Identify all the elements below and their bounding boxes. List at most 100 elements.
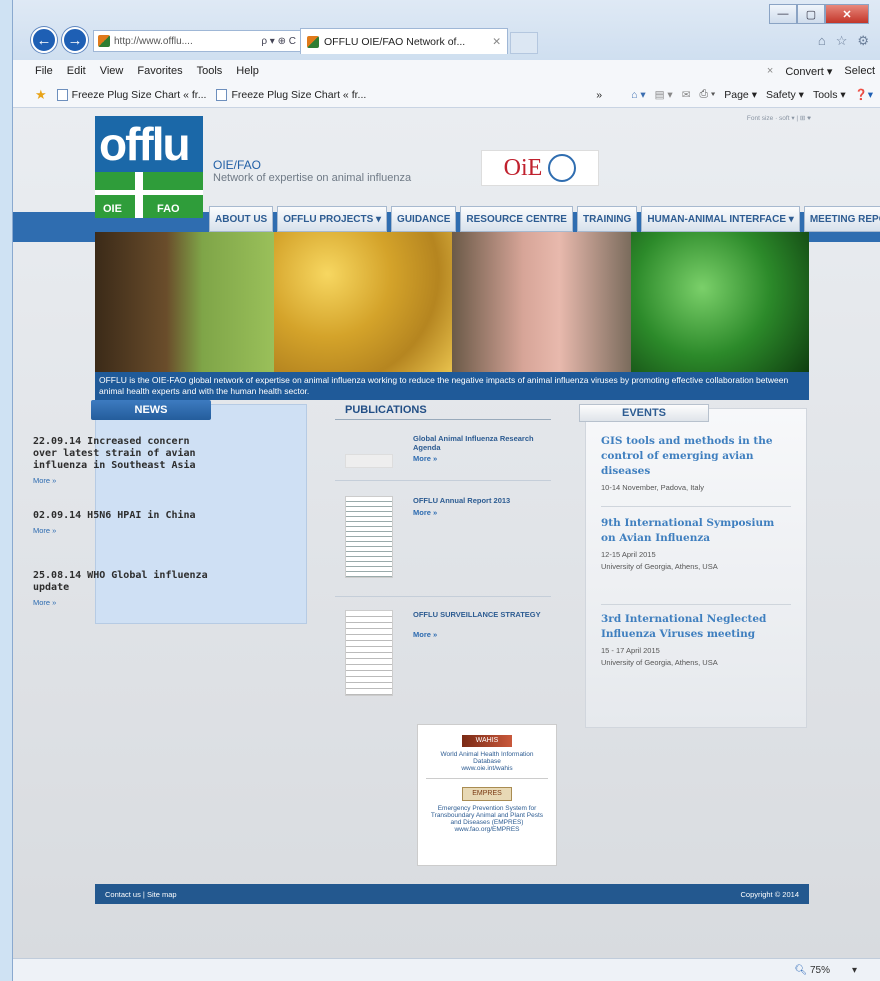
news-item[interactable]: 25.08.14 WHO Global influenza update Mor…: [33, 570, 213, 607]
event-item[interactable]: 9th International Symposium on Avian Inf…: [601, 516, 791, 573]
zoom-dropdown-icon[interactable]: ▾: [852, 965, 857, 976]
offlu-logo[interactable]: offlu OIE FAO: [95, 116, 203, 218]
nav-meeting-reports[interactable]: MEETING REPORTS: [803, 206, 880, 232]
publication-thumbnail[interactable]: [345, 610, 393, 696]
empres-logo[interactable]: EMPRES: [462, 787, 512, 801]
divider: [601, 506, 791, 507]
tools-menu[interactable]: Tools ▾: [813, 89, 846, 101]
safety-menu[interactable]: Safety ▾: [766, 89, 804, 101]
event-date: 10-14 November, Padova, Italy: [601, 483, 704, 492]
news-title[interactable]: 02.09.14 H5N6 HPAI in China: [33, 510, 213, 522]
news-more-link[interactable]: More »: [33, 526, 213, 535]
publication-thumbnail[interactable]: [345, 454, 393, 468]
wahis-url[interactable]: www.oie.int/wahis: [418, 765, 556, 772]
convert-button[interactable]: Convert ▾: [785, 65, 832, 78]
news-item[interactable]: 02.09.14 H5N6 HPAI in China More »: [33, 510, 213, 535]
oie-fao-logo[interactable]: OiE: [481, 150, 599, 186]
mission-tagline: OFFLU is the OIE-FAO global network of e…: [95, 372, 809, 400]
news-item[interactable]: 22.09.14 Increased concern over latest s…: [33, 436, 213, 485]
virus-image: [630, 232, 809, 372]
zoom-level[interactable]: 🔍︎ 75%: [794, 965, 830, 976]
menu-view[interactable]: View: [100, 65, 124, 77]
zoom-icon: 🔍︎: [794, 964, 808, 976]
help-icon[interactable]: ❓▾: [855, 88, 873, 101]
feeds-icon[interactable]: ▤ ▾: [655, 89, 673, 101]
zoom-value: 75%: [809, 964, 830, 976]
tab-offlu[interactable]: OFFLU OIE/FAO Network of... ✕: [300, 28, 508, 54]
favorite-link-2[interactable]: Freeze Plug Size Chart « fr...: [216, 88, 366, 101]
forward-button[interactable]: →: [62, 27, 88, 53]
home-icon[interactable]: ⌂: [818, 33, 826, 49]
mail-icon[interactable]: ✉: [682, 89, 691, 101]
news-more-link[interactable]: More »: [33, 476, 213, 485]
event-title[interactable]: GIS tools and methods in the control of …: [601, 434, 791, 479]
tab-favicon-icon: [307, 35, 319, 48]
nav-offlu-projects[interactable]: OFFLU PROJECTS ▾: [277, 206, 388, 232]
publication-more-link[interactable]: More »: [413, 630, 437, 639]
address-bar[interactable]: http://www.offlu.... ρ ▾ ⊕ C: [93, 30, 301, 52]
menu-tools[interactable]: Tools: [197, 65, 223, 77]
menu-bar: File Edit View Favorites Tools Help × Co…: [13, 60, 880, 82]
menu-help[interactable]: Help: [236, 65, 259, 77]
event-date: 12-15 April 2015: [601, 550, 656, 559]
print-icon[interactable]: ⎙ ▾: [700, 88, 716, 101]
news-title[interactable]: 22.09.14 Increased concern over latest s…: [33, 436, 213, 472]
menu-file[interactable]: File: [35, 65, 53, 77]
close-window-button[interactable]: ✕: [825, 4, 869, 24]
logo-fao: FAO: [157, 203, 180, 215]
favorites-bar: ★ Freeze Plug Size Chart « fr... Freeze …: [13, 82, 880, 108]
event-item[interactable]: 3rd International Neglected Influenza Vi…: [601, 612, 791, 669]
menu-edit[interactable]: Edit: [67, 65, 86, 77]
publication-item[interactable]: OFFLU Annual Report 2013 More »: [335, 496, 551, 586]
wahis-description[interactable]: World Animal Health Information Database: [418, 751, 556, 765]
menu-favorites[interactable]: Favorites: [137, 65, 182, 77]
close-toolbar-icon[interactable]: ×: [767, 65, 773, 77]
minimize-button[interactable]: —: [769, 4, 797, 24]
status-bar: 🔍︎ 75% ▾: [13, 958, 880, 981]
nav-guidance[interactable]: GUIDANCE: [391, 206, 457, 232]
fao-emblem-icon: [548, 154, 577, 182]
divider: [335, 596, 551, 597]
news-heading: NEWS: [91, 400, 211, 420]
copyright: Copyright © 2014: [740, 889, 799, 899]
page-icon: [56, 88, 68, 101]
page-menu[interactable]: Page ▾: [724, 89, 757, 101]
publication-thumbnail[interactable]: [345, 496, 393, 578]
nav-training[interactable]: TRAINING: [576, 206, 638, 232]
address-controls[interactable]: ρ ▾ ⊕ C: [261, 36, 296, 47]
command-bar: » ⌂ ▾ ▤ ▾ ✉ ⎙ ▾ Page ▾ Safety ▾ Tools ▾ …: [596, 88, 873, 101]
chevron-icon[interactable]: »: [596, 89, 602, 101]
publication-title[interactable]: OFFLU Annual Report 2013: [413, 496, 553, 505]
event-item[interactable]: GIS tools and methods in the control of …: [601, 434, 791, 494]
main-nav: ABOUT US OFFLU PROJECTS ▾ GUIDANCE RESOU…: [209, 206, 880, 232]
new-tab-button[interactable]: [510, 32, 538, 54]
favorite-link-1[interactable]: Freeze Plug Size Chart « fr...: [56, 88, 206, 101]
publication-more-link[interactable]: More »: [413, 454, 437, 463]
select-button[interactable]: Select: [844, 65, 875, 77]
top-links[interactable]: Font size · soft ▾ | ⊞ ♥: [747, 114, 811, 122]
publication-item[interactable]: OFFLU SURVEILLANCE STRATEGY More »: [335, 610, 551, 700]
news-more-link[interactable]: More »: [33, 598, 213, 607]
news-title[interactable]: 25.08.14 WHO Global influenza update: [33, 570, 213, 594]
home-cmd-icon[interactable]: ⌂ ▾: [631, 89, 646, 101]
footer-links[interactable]: Contact us | Site map: [105, 890, 177, 899]
maximize-button[interactable]: ▢: [797, 4, 825, 24]
empres-description[interactable]: Emergency Prevention System for Transbou…: [418, 805, 556, 826]
event-title[interactable]: 9th International Symposium on Avian Inf…: [601, 516, 791, 546]
back-button[interactable]: ←: [31, 27, 57, 53]
nav-human-animal-interface[interactable]: HUMAN-ANIMAL INTERFACE ▾: [641, 206, 800, 232]
nav-resource-centre[interactable]: RESOURCE CENTRE: [460, 206, 573, 232]
publication-more-link[interactable]: More »: [413, 508, 437, 517]
site-title-main: OIE/FAO: [213, 158, 262, 172]
publication-title[interactable]: Global Animal Influenza Research Agenda: [413, 434, 553, 452]
empres-url[interactable]: www.fao.org/EMPRES: [418, 826, 556, 833]
nav-about-us[interactable]: ABOUT US: [209, 206, 274, 232]
event-title[interactable]: 3rd International Neglected Influenza Vi…: [601, 612, 791, 642]
tab-close-icon[interactable]: ✕: [492, 36, 501, 48]
publication-item[interactable]: Global Animal Influenza Research Agenda …: [335, 434, 551, 480]
publication-title[interactable]: OFFLU SURVEILLANCE STRATEGY: [413, 610, 553, 619]
favorites-star-icon[interactable]: ★: [35, 87, 47, 103]
wahis-logo[interactable]: WAHIS: [462, 735, 512, 747]
favorites-icon[interactable]: ☆: [836, 33, 848, 49]
settings-icon[interactable]: ⚙: [857, 33, 869, 49]
